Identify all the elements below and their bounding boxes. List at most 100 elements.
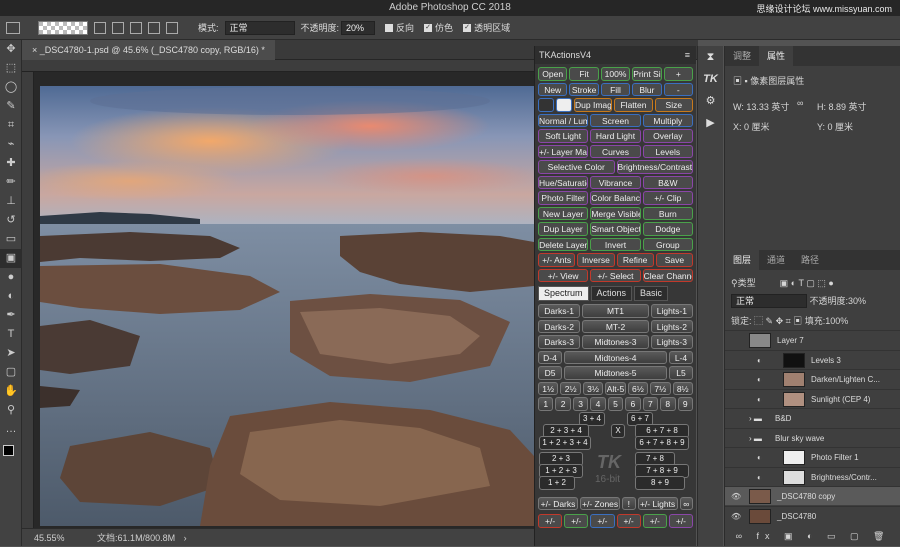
opacity-field[interactable]: 20% <box>341 20 376 35</box>
shape-tool-icon[interactable]: ▢ <box>0 363 22 382</box>
prop-width[interactable]: W: 13.33 英寸 <box>733 100 789 113</box>
tk-button[interactable]: Print Size <box>632 67 662 81</box>
tk-button[interactable]: Overlay <box>642 129 693 143</box>
layer-row[interactable]: ◐ Brightness/Contr... <box>725 466 900 486</box>
fill-field[interactable]: 100% <box>825 316 848 326</box>
tk-icon-button[interactable]: +/- <box>616 514 641 528</box>
tk-button[interactable]: + <box>663 67 694 81</box>
spectrum-button[interactable]: Lights-1 <box>650 304 693 318</box>
spectrum-button[interactable]: L-4 <box>668 350 693 364</box>
foreground-color[interactable] <box>3 445 14 456</box>
tk-button[interactable]: Save <box>655 253 693 267</box>
layer-row[interactable]: ◐ Darken/Lighten C... <box>725 369 900 388</box>
zone-block-button[interactable]: X <box>611 423 625 438</box>
hand-tool-icon[interactable]: ✋ <box>0 382 22 401</box>
crop-tool-icon[interactable]: ⌗ <box>0 116 22 135</box>
status-arrow-icon[interactable]: › <box>184 533 187 543</box>
eraser-icon[interactable]: ▭ <box>0 230 22 249</box>
tk-bottom-button[interactable]: +/- Zones <box>580 496 621 510</box>
tk-button[interactable]: B&W <box>642 175 693 189</box>
prop-height[interactable]: H: 8.89 英寸 <box>817 100 867 113</box>
number-button[interactable]: 3 <box>572 397 589 411</box>
tk-button[interactable]: Stroke <box>569 82 599 96</box>
tk-button[interactable]: 100% <box>600 67 631 81</box>
zone-button[interactable]: 6½ <box>627 381 649 395</box>
tk-icon-button[interactable]: +/- <box>590 514 615 528</box>
layer-row[interactable]: 👁 _DSC4780 copy <box>725 486 900 505</box>
stamp-tool-icon[interactable]: ⊥ <box>0 192 22 211</box>
spectrum-button[interactable]: Lights-3 <box>650 335 693 349</box>
spectrum-button[interactable]: Darks-1 <box>538 304 581 318</box>
tk-button[interactable]: New <box>538 82 568 96</box>
tk-button[interactable]: Multiply <box>642 113 693 127</box>
tk-button[interactable]: Curves <box>590 144 641 158</box>
zoom-level[interactable]: 45.55% <box>34 533 65 543</box>
zone-button[interactable]: 7½ <box>650 381 671 395</box>
tab-paths[interactable]: 路径 <box>793 250 827 270</box>
color-swatches[interactable] <box>0 439 21 469</box>
number-button[interactable]: 8 <box>660 397 676 411</box>
tk-button[interactable]: Vibrance <box>590 175 641 189</box>
history-brush-icon[interactable]: ↺ <box>0 211 22 230</box>
prop-y[interactable]: Y: 0 厘米 <box>817 120 853 133</box>
tk-button[interactable]: Selective Color <box>538 160 615 174</box>
zone-block-button[interactable]: 1 + 2 <box>539 475 575 490</box>
tk-button[interactable]: +/- Ants <box>538 253 576 267</box>
blend-mode-select[interactable]: 正常 <box>731 294 807 308</box>
gradient-tool-icon[interactable] <box>6 21 20 34</box>
tk-button[interactable]: Photo Filter <box>538 191 589 205</box>
layer-opacity-field[interactable]: 30% <box>848 296 866 306</box>
reflected-gradient-button[interactable] <box>148 21 160 34</box>
reverse-checkbox[interactable] <box>385 23 394 32</box>
tab-spectrum[interactable]: Spectrum <box>538 286 589 301</box>
zoom-tool-icon[interactable]: ⚲ <box>0 401 22 420</box>
filter-icons[interactable]: ▣ ◐ T ▢ ⬚ ● <box>780 278 834 288</box>
zone-button[interactable]: 3½ <box>582 381 604 395</box>
tk-button[interactable]: Dup Layer <box>538 222 589 236</box>
tk-icon-button[interactable]: +/- <box>668 514 694 528</box>
lock-icons[interactable]: ⬚ ✎ ✥ ⌗ ▣ <box>754 316 802 326</box>
tk-button[interactable]: +/- Clip <box>642 191 693 205</box>
spectrum-button[interactable]: Midtones-5 <box>564 366 667 380</box>
tk-button[interactable]: Soft Light <box>538 129 589 143</box>
zone-button[interactable]: 1½ <box>538 381 559 395</box>
angle-gradient-button[interactable] <box>130 21 142 34</box>
tk-button[interactable]: Hard Light <box>590 129 641 143</box>
move-tool-icon[interactable]: ✥ <box>0 40 22 59</box>
number-button[interactable]: 9 <box>677 397 693 411</box>
tk-button[interactable]: Burn <box>642 206 693 220</box>
tk-icon-button[interactable]: +/- <box>538 514 563 528</box>
tk-bottom-button[interactable]: +/- Lights <box>637 496 678 510</box>
eye-icon[interactable]: 👁 <box>731 487 741 506</box>
spectrum-button[interactable]: Lights-2 <box>650 319 693 333</box>
tk-button[interactable]: Refine <box>616 253 654 267</box>
spectrum-button[interactable]: MT1 <box>582 304 649 318</box>
layer-row[interactable]: ◐ Sunlight (CEP 4) <box>725 388 900 408</box>
gradient-tool-icon[interactable]: ▣ <box>0 249 22 268</box>
prop-x[interactable]: X: 0 厘米 <box>733 120 770 133</box>
marquee-tool-icon[interactable]: ⬚ <box>0 59 22 78</box>
spectrum-button[interactable]: Darks-3 <box>538 335 581 349</box>
layer-row[interactable]: › ▬ B&D <box>725 408 900 427</box>
number-button[interactable]: 6 <box>625 397 641 411</box>
tk-button[interactable]: Group <box>642 237 693 251</box>
tk-icon[interactable]: TK <box>698 68 723 90</box>
layer-kind-select[interactable]: 类型 <box>738 278 756 288</box>
tk-button[interactable]: Delete Layer <box>538 237 589 251</box>
number-button[interactable]: 7 <box>642 397 659 411</box>
eye-icon[interactable]: 👁 <box>731 507 741 526</box>
layer-row[interactable]: 👁 _DSC4780 <box>725 505 900 526</box>
spectrum-button[interactable]: D5 <box>538 366 563 380</box>
tk-button[interactable]: Merge Visible <box>590 206 641 220</box>
zone-block-button[interactable]: 8 + 9 <box>635 475 685 490</box>
tk-button[interactable] <box>556 98 572 112</box>
tk-button[interactable]: +/- Layer Mask <box>538 144 589 158</box>
layer-footer-icons[interactable]: ∞ fx ▣ ◐ ▭ ▢ 🗑 <box>736 531 891 541</box>
tk-button[interactable]: New Layer <box>538 206 589 220</box>
pen-tool-icon[interactable]: ✒ <box>0 306 22 325</box>
zone-block-button[interactable]: 1 + 2 + 3 + 4 <box>539 435 591 450</box>
tab-layers[interactable]: 图层 <box>725 250 760 270</box>
tk-button[interactable]: Dup Image <box>574 98 613 112</box>
spectrum-button[interactable]: L5 <box>668 366 693 380</box>
number-button[interactable]: 4 <box>590 397 606 411</box>
